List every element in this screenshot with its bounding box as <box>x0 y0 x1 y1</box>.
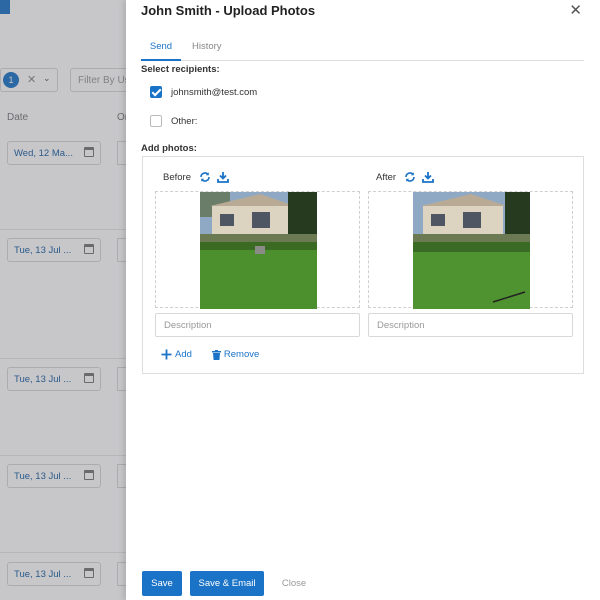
add-label: Add <box>175 349 192 360</box>
after-photo-image <box>413 192 530 309</box>
description-input[interactable]: Description <box>155 313 360 337</box>
other-checkbox[interactable] <box>150 115 162 127</box>
photo-slot-label: After <box>376 171 397 183</box>
download-icon[interactable] <box>217 171 229 183</box>
before-photo-image <box>200 192 317 309</box>
recipient-checkbox[interactable] <box>150 86 162 98</box>
photo-actions: Add Remove <box>161 349 259 360</box>
trash-icon <box>211 349 221 360</box>
photos-panel: Before Description After Description Add… <box>142 156 584 374</box>
photo-drop-zone[interactable] <box>155 191 360 309</box>
tab-bar: Send History <box>141 36 584 61</box>
refresh-icon[interactable] <box>199 171 211 183</box>
photo-slot-before: Before Description <box>155 169 360 337</box>
save-email-button[interactable]: Save & Email <box>190 571 264 596</box>
photo-slot-after: After Description <box>368 169 573 337</box>
recipient-option[interactable]: Other: <box>150 114 197 128</box>
add-photos-label: Add photos: <box>141 143 197 154</box>
refresh-icon[interactable] <box>404 171 416 183</box>
save-button[interactable]: Save <box>142 571 182 596</box>
remove-label: Remove <box>223 349 260 360</box>
plus-icon <box>161 349 172 360</box>
photo-drop-zone[interactable] <box>368 191 573 309</box>
download-icon[interactable] <box>422 171 434 183</box>
recipient-option[interactable]: johnsmith@test.com <box>150 85 257 99</box>
add-photo-button[interactable]: Add <box>161 349 192 360</box>
recipients-label: Select recipients: <box>141 64 220 75</box>
photo-slot-header: Before <box>155 169 360 185</box>
modal-title: John Smith - Upload Photos <box>141 3 316 18</box>
photo-slot-label: Before <box>163 171 191 183</box>
tab-history[interactable]: History <box>192 41 222 52</box>
close-button[interactable]: Close <box>274 571 314 596</box>
recipient-email-label: johnsmith@test.com <box>171 86 258 98</box>
other-label: Other: <box>171 115 198 127</box>
tab-send[interactable]: Send <box>141 41 181 61</box>
upload-photos-modal: John Smith - Upload Photos ✕ Send Histor… <box>126 0 600 600</box>
remove-photo-button[interactable]: Remove <box>211 349 260 360</box>
close-icon[interactable]: ✕ <box>569 1 582 19</box>
description-input[interactable]: Description <box>368 313 573 337</box>
photo-slot-header: After <box>368 169 573 185</box>
